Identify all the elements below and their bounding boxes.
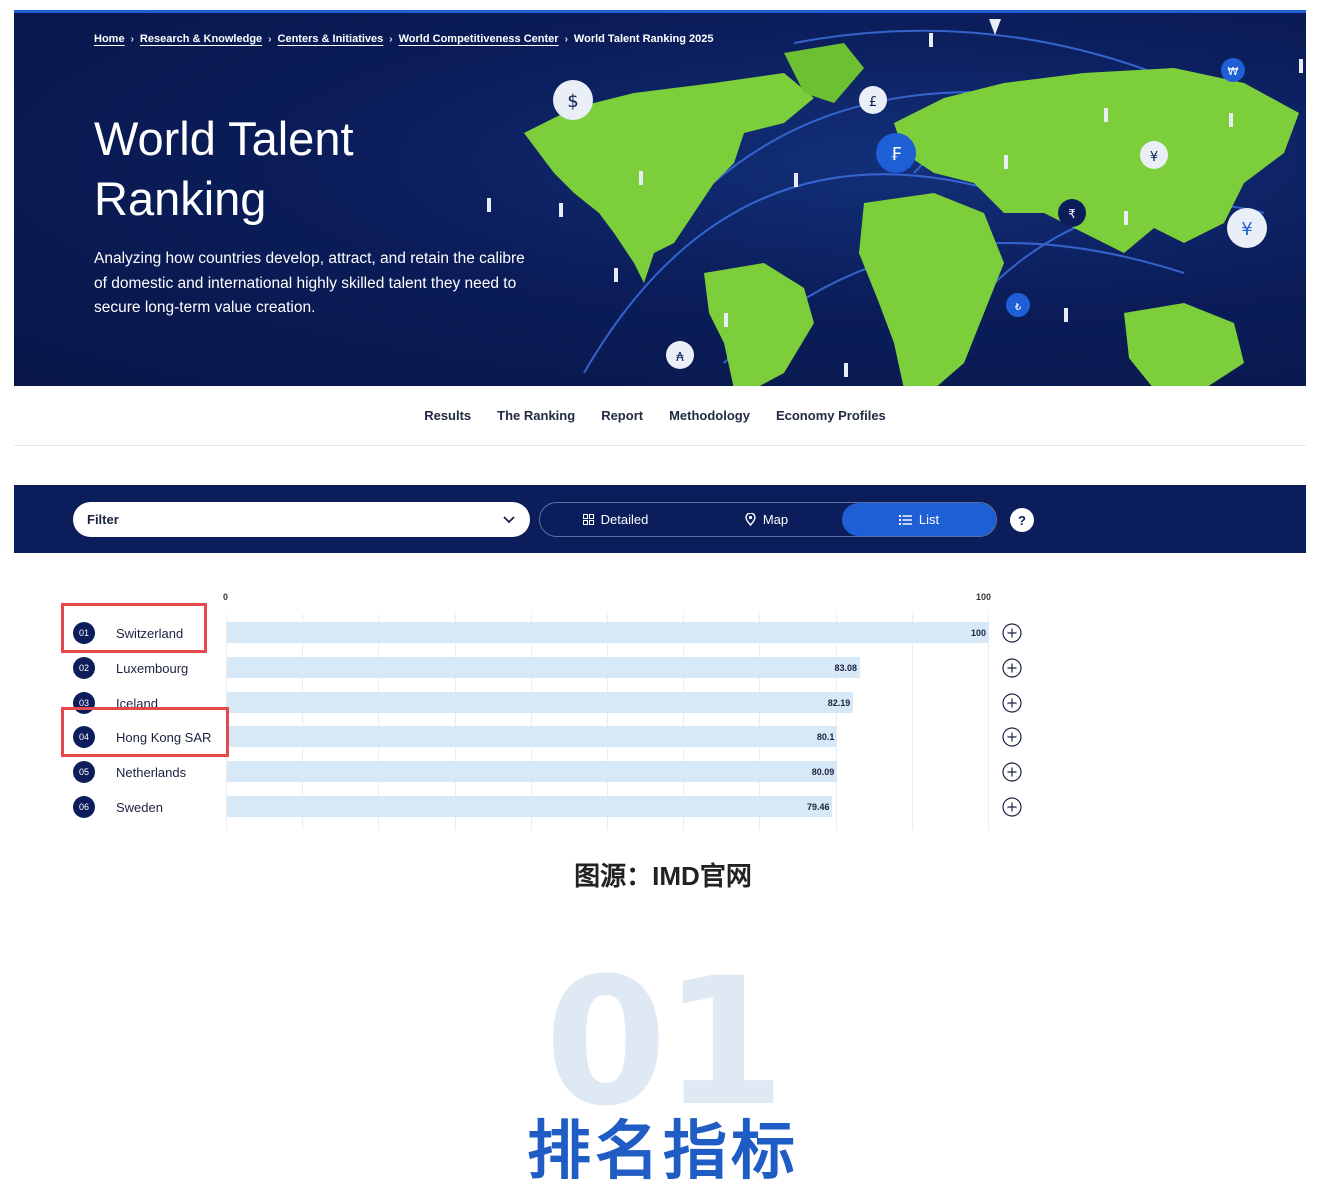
expand-plus-icon[interactable]: [1002, 692, 1022, 713]
chevron-right-icon: ›: [564, 33, 568, 45]
chevron-right-icon: ›: [268, 33, 272, 45]
svg-text:₩: ₩: [1228, 65, 1239, 78]
chevron-down-icon: [503, 516, 515, 524]
view-detailed-tab[interactable]: Detailed: [540, 503, 691, 536]
nav-methodology[interactable]: Methodology: [669, 408, 750, 423]
page-title: World Talent Ranking: [94, 109, 514, 229]
score-value-label: 100: [970, 628, 986, 638]
grid-icon: [582, 514, 594, 525]
hero-description: Analyzing how countries develop, attract…: [94, 250, 525, 316]
ranking-row: 02 Luxembourg 83.08: [0, 653, 1326, 683]
svg-text:₺: ₺: [1015, 302, 1022, 313]
view-map-label: Map: [762, 512, 789, 527]
section-nav: Results The Ranking Report Methodology E…: [14, 386, 1306, 446]
country-name[interactable]: Sweden: [116, 800, 163, 815]
score-bar: [227, 656, 861, 678]
score-value-label: 80.1: [816, 732, 835, 743]
map-pin-icon: [745, 513, 756, 526]
breadcrumb-research-knowledge[interactable]: Research & Knowledge: [140, 33, 262, 45]
image-source-caption: 图源：IMD官网: [574, 861, 752, 891]
breadcrumb-current-page: World Talent Ranking 2025: [573, 33, 714, 45]
breadcrumb-home[interactable]: Home: [94, 33, 125, 45]
score-value-label: 82.19: [827, 697, 851, 708]
score-value-label: 80.09: [811, 767, 835, 778]
nav-the-ranking[interactable]: The Ranking: [497, 408, 575, 423]
view-map-tab[interactable]: Map: [691, 503, 842, 536]
chevron-right-icon: ›: [389, 33, 393, 45]
score-value-label: 83.08: [834, 662, 858, 673]
expand-plus-icon[interactable]: [1002, 623, 1022, 643]
nav-economy-profiles[interactable]: Economy Profiles: [776, 408, 886, 423]
world-map-illustration: $ £ ₣ ¥ ₹ ¥ ₩ ₺ ₳: [487, 19, 1303, 386]
axis-tick-max: 100: [976, 592, 992, 602]
breadcrumb-world-competitiveness-center[interactable]: World Competitiveness Center: [399, 33, 559, 45]
rank-badge: 06: [73, 796, 95, 818]
highlight-box: [61, 603, 207, 653]
score-bar: [227, 726, 838, 748]
page-title-line-2: Ranking: [94, 172, 267, 225]
view-list-label: List: [918, 512, 940, 527]
filter-label: Filter: [87, 512, 119, 527]
section-title: 排名指标: [527, 1115, 799, 1189]
country-name[interactable]: Luxembourg: [116, 661, 188, 676]
expand-plus-icon[interactable]: [1002, 658, 1022, 678]
score-bar: [227, 761, 838, 783]
svg-text:₹: ₹: [1068, 207, 1076, 221]
nav-results[interactable]: Results: [424, 408, 471, 423]
ranking-bar-chart: 0 100 01 Switzerland 100 02 Luxembourg 83.08 0…: [0, 586, 1326, 834]
axis-tick-min: 0: [223, 592, 229, 602]
view-detailed-label: Detailed: [600, 512, 649, 527]
view-list-tab[interactable]: List: [842, 503, 996, 536]
help-button[interactable]: ?: [1010, 508, 1034, 532]
svg-text:¥: ¥: [1241, 219, 1252, 240]
list-icon: [898, 514, 912, 525]
breadcrumb-centers-initiatives[interactable]: Centers & Initiatives: [278, 33, 384, 45]
score-bar: [227, 796, 833, 817]
chevron-right-icon: ›: [130, 33, 134, 45]
expand-plus-icon[interactable]: [1002, 762, 1022, 782]
nav-report[interactable]: Report: [601, 408, 643, 423]
svg-text:£: £: [869, 95, 877, 110]
chart-bottom-edge: [0, 830, 1326, 834]
hero-banner: $ £ ₣ ¥ ₹ ¥ ₩ ₺ ₳ Home › Research & Know…: [14, 10, 1306, 386]
expand-plus-icon[interactable]: [1002, 727, 1022, 747]
ranking-row: 06 Sweden 79.46: [0, 792, 1326, 822]
svg-text:$: $: [567, 91, 578, 112]
score-bar: [227, 622, 989, 643]
country-name[interactable]: Netherlands: [116, 765, 186, 780]
svg-text:₣: ₣: [890, 144, 901, 165]
ranking-row: 05 Netherlands 80.09: [0, 757, 1326, 787]
score-value-label: 79.46: [806, 802, 830, 812]
svg-text:₳: ₳: [676, 350, 684, 364]
page-title-line-1: World Talent: [94, 112, 354, 165]
view-switcher: Detailed Map List: [539, 502, 997, 537]
highlight-box: [61, 707, 229, 758]
filter-dropdown[interactable]: Filter: [73, 502, 530, 537]
rank-badge: 05: [73, 761, 95, 784]
score-bar: [227, 691, 854, 713]
rank-badge: 02: [73, 656, 95, 679]
ranking-toolbar: Filter Detailed Map List ?: [14, 485, 1306, 553]
expand-plus-icon[interactable]: [1002, 797, 1022, 817]
breadcrumb: Home › Research & Knowledge › Centers & …: [94, 33, 714, 45]
svg-text:¥: ¥: [1150, 150, 1158, 165]
